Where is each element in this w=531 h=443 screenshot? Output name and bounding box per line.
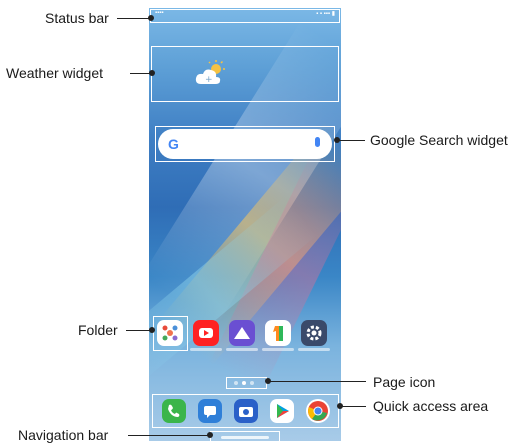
leader-navigation-bar (128, 435, 210, 436)
leader-dot (149, 327, 155, 333)
google-g-icon: G (168, 136, 179, 152)
app-label (190, 348, 222, 351)
google-search-widget[interactable]: G (158, 129, 332, 159)
status-bar-highlight (150, 9, 340, 23)
page-dot-active[interactable] (242, 381, 246, 385)
leader-dot (337, 403, 343, 409)
navigation-bar[interactable] (221, 436, 269, 439)
label-quick-access-area: Quick access area (373, 398, 489, 414)
svg-text:+: + (205, 75, 213, 85)
leader-google-search-widget (337, 140, 365, 141)
weather-widget-highlight (151, 46, 339, 102)
chrome-icon[interactable] (306, 399, 330, 423)
page-icon-highlight (226, 377, 267, 389)
leader-dot (149, 70, 155, 76)
label-page-icon: Page icon (373, 374, 436, 390)
play-store-icon[interactable] (270, 399, 294, 423)
label-weather-widget: Weather widget (6, 65, 104, 81)
leader-dot (265, 378, 271, 384)
weather-widget[interactable]: + (195, 60, 225, 86)
app-label (298, 348, 330, 351)
label-status-bar: Status bar (45, 10, 109, 26)
leader-dot (334, 137, 340, 143)
settings-icon[interactable] (301, 320, 327, 346)
label-folder: Folder (78, 322, 118, 338)
microphone-icon[interactable] (315, 137, 320, 147)
label-navigation-bar: Navigation bar (18, 427, 109, 443)
label-google-search-widget: Google Search widget (370, 132, 508, 148)
leader-dot (207, 432, 213, 438)
leader-quick-access-area (340, 406, 366, 407)
folder-icon[interactable] (157, 320, 183, 346)
phone-screen: ▪▪▪▪ ▪ ▪ ▪▪▪ ▮ + G (149, 8, 341, 441)
youtube-icon[interactable] (193, 320, 219, 346)
app-label (226, 348, 258, 351)
page-dot[interactable] (250, 381, 254, 385)
number-one-icon[interactable] (265, 320, 291, 346)
leader-dot (148, 15, 154, 21)
phone-icon[interactable] (162, 399, 186, 423)
gallery-icon[interactable] (229, 320, 255, 346)
page-dot[interactable] (234, 381, 238, 385)
app-label (262, 348, 294, 351)
camera-icon[interactable] (234, 399, 258, 423)
messages-icon[interactable] (198, 399, 222, 423)
leader-page-icon (268, 381, 366, 382)
leader-status-bar (117, 18, 151, 19)
